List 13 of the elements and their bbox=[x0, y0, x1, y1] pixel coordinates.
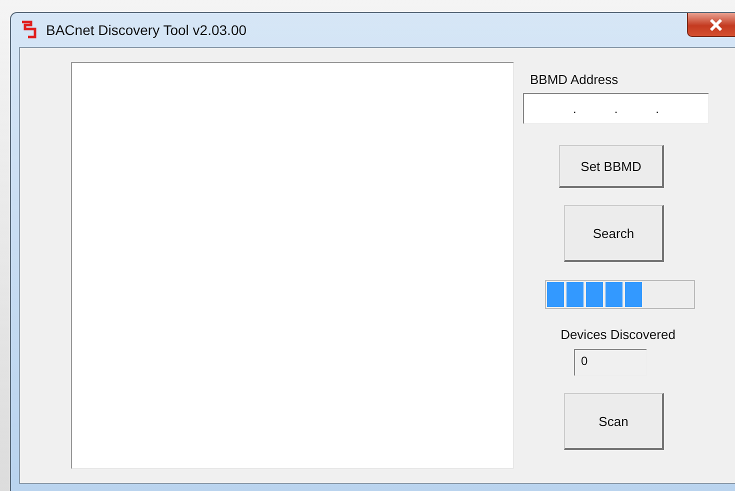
window-title: BACnet Discovery Tool v2.03.00 bbox=[46, 22, 247, 38]
close-icon bbox=[709, 18, 723, 30]
search-button[interactable]: Search bbox=[564, 205, 664, 262]
devices-discovered-label: Devices Discovered bbox=[560, 327, 676, 343]
bbmd-address-label: BBMD Address bbox=[530, 72, 620, 88]
octet-separator: . bbox=[614, 102, 618, 116]
set-bbmd-button[interactable]: Set BBMD bbox=[559, 145, 664, 188]
ip-address-field[interactable]: . . . bbox=[523, 93, 709, 124]
octet-separator: . bbox=[572, 102, 576, 116]
scan-button[interactable]: Scan bbox=[564, 393, 664, 450]
device-count-field: 0 bbox=[574, 349, 647, 376]
octet-separator: . bbox=[656, 102, 660, 116]
close-button[interactable] bbox=[687, 13, 735, 37]
